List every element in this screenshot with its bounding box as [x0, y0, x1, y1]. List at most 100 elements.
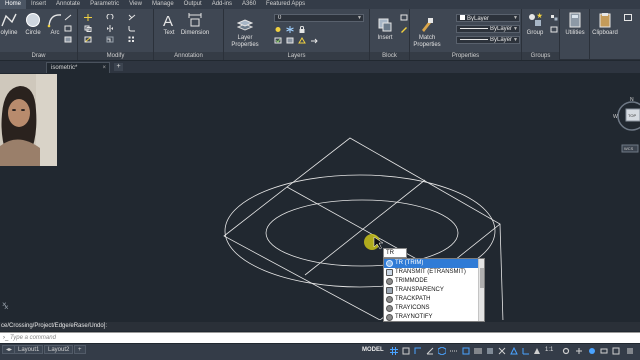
layer-dropdown[interactable]: 0 ▼: [274, 14, 364, 22]
command-line-input[interactable]: ›_ Type a command: [0, 332, 640, 343]
autocomplete-item[interactable]: TRAYICONS: [384, 304, 484, 313]
tab-parametric[interactable]: Parametric: [85, 0, 124, 9]
autocomplete-scrollbar[interactable]: [478, 259, 484, 321]
close-icon[interactable]: ×: [102, 63, 106, 73]
trim-tool-icon[interactable]: [128, 14, 136, 21]
object-snap-tracking-icon[interactable]: [450, 347, 458, 355]
autocomplete-item[interactable]: TRANSMIT (ETRANSMIT): [384, 268, 484, 277]
isolate-layer-icon[interactable]: [298, 37, 306, 44]
viewcube[interactable]: TOP N W WCS: [610, 96, 640, 156]
ortho-icon[interactable]: [414, 347, 422, 355]
layer-walk-icon[interactable]: [310, 37, 318, 44]
stretch-tool-icon[interactable]: [84, 36, 92, 43]
system-variable-icon: [386, 278, 393, 285]
tab-featured-apps[interactable]: Featured Apps: [261, 0, 310, 9]
properties-panel-title[interactable]: Properties: [410, 52, 521, 60]
command-history: ce/Crossing/Project/Edge/eRase/Undo]:: [0, 322, 640, 331]
new-layout-button[interactable]: +: [74, 345, 86, 354]
autocomplete-item[interactable]: TR (TRIM): [384, 259, 484, 268]
command-close-icon[interactable]: ×: [2, 300, 7, 309]
layer-freeze-icon[interactable]: [286, 26, 294, 33]
hatch-tool-icon[interactable]: [64, 36, 72, 43]
dynamic-input-field[interactable]: TR: [383, 248, 407, 258]
new-tab-button[interactable]: +: [114, 63, 123, 71]
draw-panel-title[interactable]: Draw: [0, 52, 77, 60]
tab-add-ins[interactable]: Add-ins: [207, 0, 237, 9]
customization-menu-icon[interactable]: [626, 347, 634, 355]
insert-button[interactable]: Insert: [370, 17, 400, 42]
group-edit-icon[interactable]: [550, 26, 558, 33]
layer-current-value: 0: [278, 15, 282, 21]
tab-manage[interactable]: Manage: [147, 0, 179, 9]
arc-icon: [47, 14, 62, 28]
create-block-icon[interactable]: [400, 14, 408, 21]
layers-panel-title[interactable]: Layers: [224, 52, 369, 60]
utilities-button[interactable]: Utilities: [560, 12, 590, 37]
tab-a360[interactable]: A360: [237, 0, 261, 9]
circle-icon: [26, 13, 40, 27]
polar-tracking-icon[interactable]: [426, 347, 434, 355]
block-panel-title[interactable]: Block: [370, 52, 409, 60]
match-layer-icon[interactable]: [286, 37, 294, 44]
move-tool-icon[interactable]: [84, 14, 92, 21]
selection-cycling-icon[interactable]: [498, 347, 506, 355]
layout2-tab[interactable]: Layout2: [44, 345, 74, 354]
annotation-monitor-icon[interactable]: [510, 347, 518, 355]
clean-screen-icon[interactable]: [612, 347, 620, 355]
tab-annotate[interactable]: Annotate: [51, 0, 85, 9]
dimension-button[interactable]: Dimension: [180, 12, 210, 37]
isolate-objects-icon[interactable]: [588, 347, 596, 355]
lineweight-icon[interactable]: [474, 347, 482, 355]
rectangle-tool-icon[interactable]: [64, 25, 72, 32]
command-autocomplete-list: TR (TRIM) TRANSMIT (ETRANSMIT) TRIMMODE …: [383, 258, 485, 322]
plus-icon[interactable]: [575, 347, 583, 355]
array-tool-icon[interactable]: [128, 36, 136, 43]
snap-mode-icon[interactable]: [402, 347, 410, 355]
autocomplete-item[interactable]: TRACKPATH: [384, 295, 484, 304]
group-button[interactable]: Group: [520, 12, 550, 37]
linetype-dropdown[interactable]: ByLayer ▼: [456, 25, 520, 33]
workspace-gear-icon[interactable]: [562, 347, 570, 355]
make-current-icon[interactable]: [274, 37, 282, 44]
copy-tool-icon[interactable]: [84, 25, 92, 32]
layer-lock-icon[interactable]: [298, 26, 306, 33]
mirror-tool-icon[interactable]: [106, 25, 114, 32]
file-tab-isometric[interactable]: isometric* ×: [46, 62, 110, 73]
drawing-canvas[interactable]: ×: [0, 73, 640, 320]
autocomplete-item[interactable]: TRIMMODE: [384, 277, 484, 286]
ungroup-icon[interactable]: [550, 14, 558, 21]
annotation-panel-title[interactable]: Annotation: [154, 52, 223, 60]
layer-properties-button[interactable]: Layer Properties: [230, 17, 260, 49]
object-snap-icon[interactable]: [462, 347, 470, 355]
autocomplete-item[interactable]: TRAYNOTIFY: [384, 313, 484, 321]
line-tool-icon[interactable]: [64, 14, 72, 21]
isodraft-icon[interactable]: [438, 347, 446, 355]
clipboard-button[interactable]: Clipboard: [590, 12, 620, 37]
color-dropdown[interactable]: ByLayer ▼: [456, 14, 520, 22]
edit-block-icon[interactable]: [400, 26, 408, 33]
annotation-scale[interactable]: 1:1: [545, 347, 553, 353]
hardware-acceleration-icon[interactable]: [600, 347, 608, 355]
rotate-tool-icon[interactable]: [106, 14, 114, 21]
annotation-visibility-icon[interactable]: [533, 347, 541, 355]
scrollbar-thumb[interactable]: [480, 268, 484, 288]
trim-command-icon: [386, 260, 393, 267]
grid-icon[interactable]: [390, 347, 398, 355]
layer-off-icon[interactable]: [274, 26, 282, 33]
match-properties-button[interactable]: Match Properties: [412, 17, 442, 49]
scale-tool-icon[interactable]: [106, 36, 114, 43]
lineweight-dropdown[interactable]: ByLayer ▼: [456, 36, 520, 44]
autocomplete-item[interactable]: TRANSPARENCY: [384, 286, 484, 295]
groups-panel-title[interactable]: Groups: [522, 52, 559, 60]
tab-output[interactable]: Output: [179, 0, 207, 9]
view-icon[interactable]: [624, 14, 632, 21]
transparency-icon[interactable]: [486, 347, 494, 355]
tab-home[interactable]: Home: [0, 0, 27, 9]
tab-insert[interactable]: Insert: [26, 0, 51, 9]
tab-view[interactable]: View: [124, 0, 147, 9]
ucs-icon[interactable]: [522, 347, 530, 355]
fillet-tool-icon[interactable]: [128, 25, 136, 32]
modify-panel-title[interactable]: Modify: [78, 52, 153, 60]
layout1-tab[interactable]: Layout1: [14, 345, 44, 354]
model-space-button[interactable]: MODEL: [362, 347, 384, 353]
